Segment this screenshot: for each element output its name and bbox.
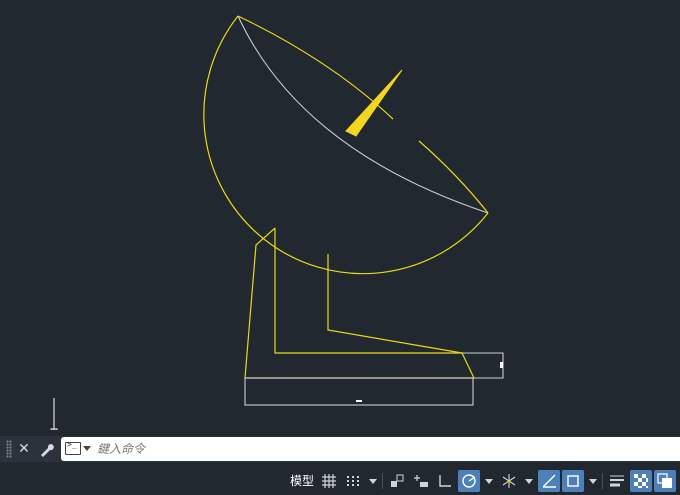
wrench-icon[interactable]	[37, 439, 57, 459]
stand-inner-line	[327, 254, 463, 354]
grid-icon[interactable]	[318, 470, 340, 492]
separator	[602, 473, 603, 489]
object-snap-icon[interactable]	[562, 470, 584, 492]
ortho-icon[interactable]	[434, 470, 456, 492]
chevron-down-icon[interactable]	[484, 470, 494, 492]
drawing-canvas[interactable]	[0, 0, 680, 430]
command-prompt-icon[interactable]	[65, 440, 81, 455]
close-icon[interactable]: ✕	[14, 439, 34, 459]
feed-horn	[345, 69, 403, 137]
status-bar: 模型	[0, 467, 680, 495]
command-line-grip[interactable]	[6, 440, 12, 458]
chevron-down-icon[interactable]	[588, 470, 598, 492]
snap-icon[interactable]	[342, 470, 364, 492]
infer-constraints-icon[interactable]	[386, 470, 408, 492]
base-plate-grip	[356, 400, 362, 402]
drawing-svg[interactable]	[0, 0, 680, 430]
command-line-bar: ✕	[0, 436, 680, 462]
command-input[interactable]	[97, 439, 657, 459]
chevron-down-icon[interactable]	[524, 470, 534, 492]
transparency-icon[interactable]	[630, 470, 652, 492]
bracket-grip	[500, 362, 503, 368]
isometric-icon[interactable]	[498, 470, 520, 492]
command-input-wrapper	[61, 437, 680, 461]
dynamic-input-icon[interactable]	[410, 470, 432, 492]
dish-bowl-outline	[203, 15, 489, 275]
chevron-down-icon[interactable]	[368, 470, 378, 492]
selection-cycling-icon[interactable]	[654, 470, 676, 492]
lineweight-icon[interactable]	[606, 470, 628, 492]
chevron-down-icon[interactable]	[83, 446, 91, 451]
polar-tracking-icon[interactable]	[458, 470, 480, 492]
dish-rim-top-edge	[237, 15, 394, 120]
object-snap-tracking-icon[interactable]	[538, 470, 560, 492]
separator	[382, 473, 383, 489]
model-tab[interactable]: 模型	[288, 470, 316, 492]
dish-rim-bottom-edge	[418, 140, 489, 214]
